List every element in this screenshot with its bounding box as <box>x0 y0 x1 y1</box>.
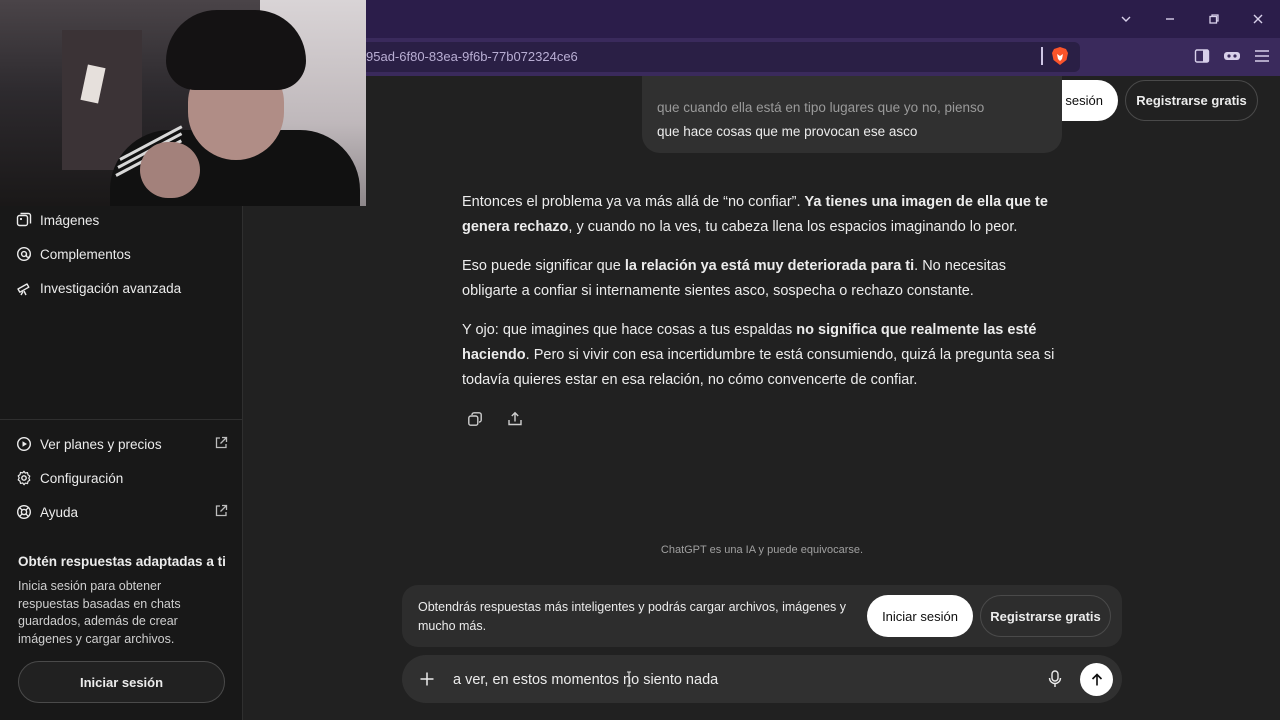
images-icon <box>16 212 32 228</box>
send-button[interactable] <box>1080 663 1113 696</box>
voice-input-button[interactable] <box>1045 668 1065 690</box>
attach-button[interactable] <box>416 668 438 690</box>
webcam-person-hand <box>140 142 200 198</box>
sidebar-item-plugins[interactable]: Complementos <box>16 242 228 266</box>
chevron-down-icon[interactable] <box>1104 0 1148 38</box>
message-input[interactable] <box>453 668 1013 692</box>
restore-icon[interactable] <box>1192 0 1236 38</box>
wallet-icon[interactable] <box>1222 46 1242 66</box>
share-button[interactable] <box>504 408 526 430</box>
header-register-button[interactable]: Registrarse gratis <box>1125 80 1258 121</box>
share-icon <box>508 411 522 426</box>
sidebar-item-plans[interactable]: Ver planes y precios <box>16 432 228 456</box>
user-message-line: que cuando ella está en tipo lugares que… <box>657 100 985 115</box>
text-run: Eso puede significar que <box>462 258 625 274</box>
plus-icon <box>420 672 434 686</box>
sidebar-item-label: Imágenes <box>40 212 100 228</box>
brave-shield-icon[interactable] <box>1051 46 1069 66</box>
plans-icon <box>16 436 32 452</box>
gear-icon <box>16 470 32 486</box>
panel-login-button[interactable]: Iniciar sesión <box>867 595 973 637</box>
menu-icon[interactable] <box>1252 46 1272 66</box>
close-icon[interactable] <box>1236 0 1280 38</box>
external-link-icon <box>214 436 228 450</box>
user-message-bubble: que cuando ella está en tipo lugares que… <box>642 76 1062 153</box>
disclaimer: ChatGPT es una IA y puede equivocarse. <box>660 544 864 556</box>
panel-register-button[interactable]: Registrarse gratis <box>980 595 1111 637</box>
screen: 95ad-6f80-83ea-9f6b-77b072324ce6 Imágene… <box>0 0 1280 720</box>
microphone-icon <box>1048 670 1062 687</box>
sidebar-item-label: Ayuda <box>40 504 79 520</box>
assistant-message: Entonces el problema ya va más allá de “… <box>462 190 1062 407</box>
sidebar-item-label: Configuración <box>40 470 124 486</box>
sidebar-item-images[interactable]: Imágenes <box>16 208 228 232</box>
text-cursor-icon <box>626 671 632 687</box>
telescope-icon <box>16 280 32 296</box>
sidebar-promo-text: Inicia sesión para obtener respuestas ba… <box>18 579 181 646</box>
sidebar-item-label: Investigación avanzada <box>40 280 182 296</box>
address-separator <box>1041 47 1043 65</box>
webcam-person-hair <box>166 10 306 90</box>
copy-button[interactable] <box>464 408 486 430</box>
minimize-icon[interactable] <box>1148 0 1192 38</box>
sidebar-divider <box>0 419 243 420</box>
sidebar-item-help[interactable]: Ayuda <box>16 500 228 524</box>
assistant-paragraph: Entonces el problema ya va más allá de “… <box>462 190 1062 240</box>
sidebar-item-label: Ver planes y precios <box>40 436 162 452</box>
sidebar-promo-title: Obtén respuestas adaptadas a ti <box>18 554 226 569</box>
text-run: , y cuando no la ves, tu cabeza llena lo… <box>568 219 1018 235</box>
sidebar-item-settings[interactable]: Configuración <box>16 466 228 490</box>
external-link-icon <box>214 504 228 518</box>
arrow-up-icon <box>1091 672 1102 685</box>
sidebar-toggle-icon[interactable] <box>1192 46 1212 66</box>
sidebar-item-deep-research[interactable]: Investigación avanzada <box>16 276 228 300</box>
plugins-icon <box>16 246 32 262</box>
assistant-paragraph: Eso puede significar que la relación ya … <box>462 254 1062 304</box>
text-run: Entonces el problema ya va más allá de “… <box>462 194 805 210</box>
user-message-line: que hace cosas que me provocan ese asco <box>657 124 918 139</box>
help-icon <box>16 504 32 520</box>
url-text[interactable]: 95ad-6f80-83ea-9f6b-77b072324ce6 <box>366 49 578 64</box>
signup-promo-text: Obtendrás respuestas más inteligentes y … <box>418 600 846 633</box>
sidebar-login-button[interactable]: Iniciar sesión <box>18 661 225 703</box>
sidebar-item-label: Complementos <box>40 246 131 262</box>
copy-icon <box>468 412 482 426</box>
assistant-paragraph: Y ojo: que imagines que hace cosas a tus… <box>462 318 1062 393</box>
text-run: . Pero si vivir con esa incertidumbre te… <box>462 347 1055 388</box>
window-controls <box>1104 0 1280 38</box>
webcam-overlay <box>0 0 366 206</box>
bold-text-run: la relación ya está muy deteriorada para… <box>624 258 915 274</box>
text-run: Y ojo: que imagines que hace cosas a tus… <box>462 322 797 338</box>
